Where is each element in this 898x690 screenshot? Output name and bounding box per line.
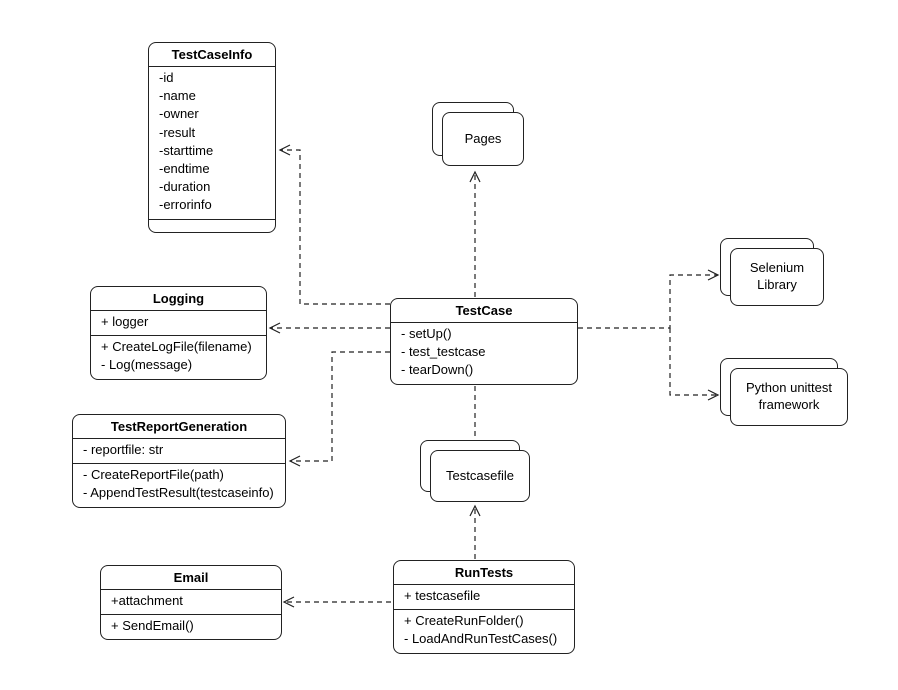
- attrs: -id -name -owner -result -starttime -end…: [149, 67, 275, 220]
- attrs: +attachment: [101, 590, 281, 615]
- attrs: + logger: [91, 311, 266, 336]
- class-testreportgeneration: TestReportGeneration - reportfile: str -…: [72, 414, 286, 508]
- class-testcase: TestCase - setUp() - test_testcase - tea…: [390, 298, 578, 385]
- ops: + CreateLogFile(filename) - Log(message): [91, 336, 266, 378]
- ops: - CreateReportFile(path) - AppendTestRes…: [73, 464, 285, 506]
- title: TestReportGeneration: [73, 415, 285, 439]
- class-logging: Logging + logger + CreateLogFile(filenam…: [90, 286, 267, 380]
- attrs: + testcasefile: [394, 585, 574, 610]
- package-pages: Pages: [432, 102, 527, 168]
- title: RunTests: [394, 561, 574, 585]
- title: TestCaseInfo: [149, 43, 275, 67]
- attrs: - reportfile: str: [73, 439, 285, 464]
- title: TestCase: [391, 299, 577, 323]
- class-runtests: RunTests + testcasefile + CreateRunFolde…: [393, 560, 575, 654]
- ops-empty: [149, 220, 275, 232]
- title: Email: [101, 566, 281, 590]
- class-testcaseinfo: TestCaseInfo -id -name -owner -result -s…: [148, 42, 276, 233]
- package-selenium: Selenium Library: [720, 238, 828, 310]
- package-unittest: Python unittest framework: [720, 358, 850, 430]
- ops: + CreateRunFolder() - LoadAndRunTestCase…: [394, 610, 574, 652]
- ops: - setUp() - test_testcase - tearDown(): [391, 323, 577, 384]
- ops: + SendEmail(): [101, 615, 281, 639]
- package-testcasefile: Testcasefile: [420, 440, 532, 504]
- title: Logging: [91, 287, 266, 311]
- class-email: Email +attachment + SendEmail(): [100, 565, 282, 640]
